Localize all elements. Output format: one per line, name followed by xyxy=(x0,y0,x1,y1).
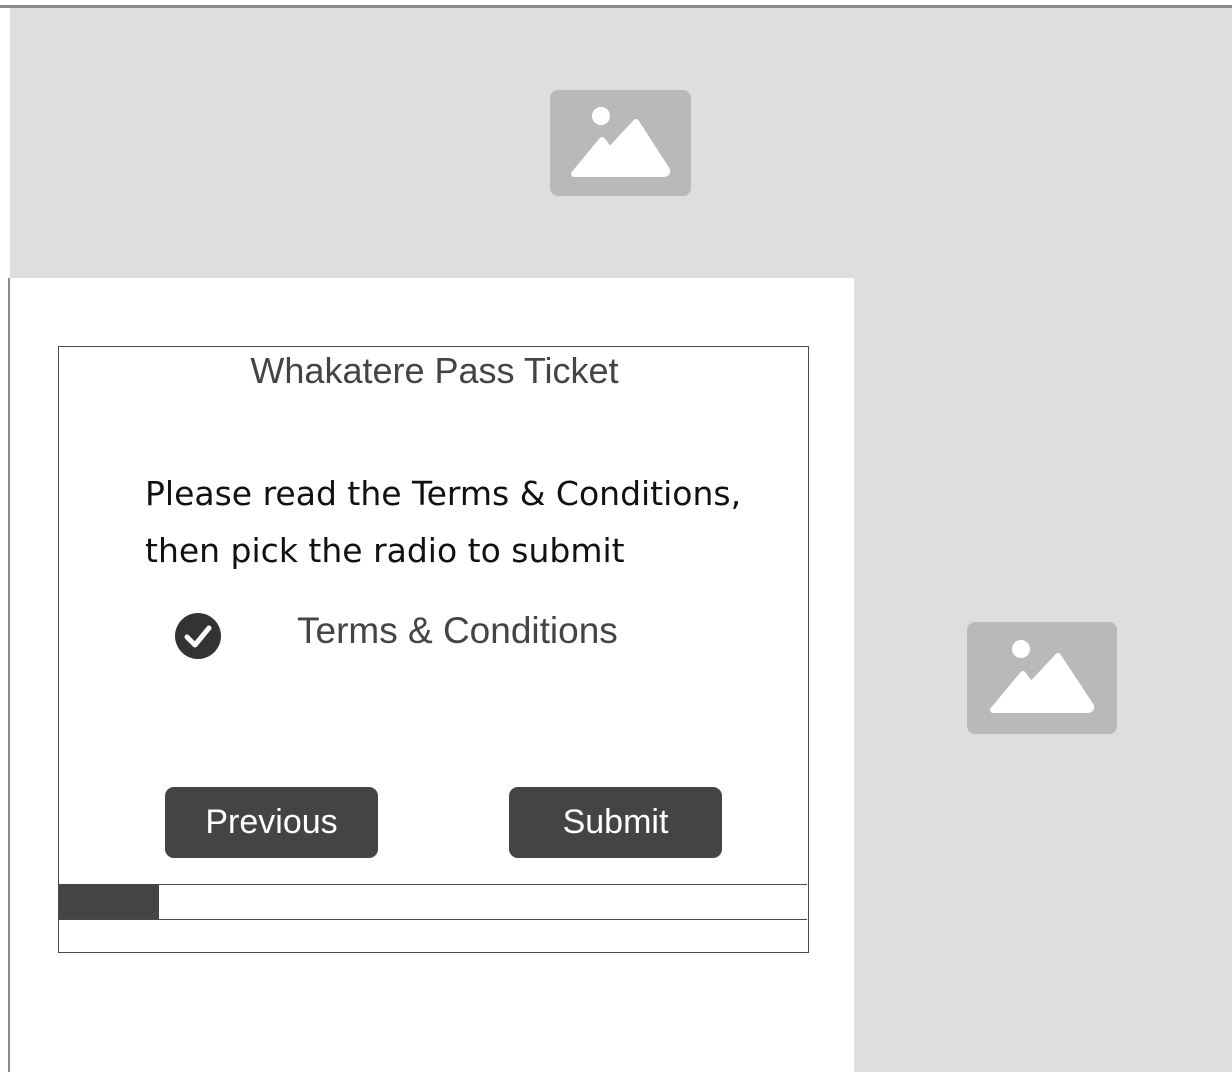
terms-radio-option[interactable]: Terms & Conditions xyxy=(169,603,729,659)
terms-conditions-link[interactable]: Terms & Conditions xyxy=(297,607,618,655)
progress-bar-fill xyxy=(59,885,160,919)
instructions: Please read the Terms & Conditions, then… xyxy=(145,465,785,579)
instruction-line-2: then pick the radio to submit xyxy=(145,531,625,570)
hero-image-placeholder-icon xyxy=(550,90,691,196)
form-title: Whakatere Pass Ticket xyxy=(250,350,619,391)
check-circle-icon[interactable] xyxy=(175,613,221,659)
progress-bar xyxy=(59,884,807,920)
side-image-placeholder-icon xyxy=(967,622,1117,734)
left-divider xyxy=(8,278,10,1072)
submit-button[interactable]: Submit xyxy=(509,787,722,858)
ticket-form-card: Whakatere Pass Ticket Please read the Te… xyxy=(58,346,809,953)
previous-button[interactable]: Previous xyxy=(165,787,378,858)
instruction-line-1: Please read the Terms & Conditions, xyxy=(145,474,742,513)
image-placeholder-icon xyxy=(571,107,671,177)
image-placeholder-icon xyxy=(990,640,1095,713)
